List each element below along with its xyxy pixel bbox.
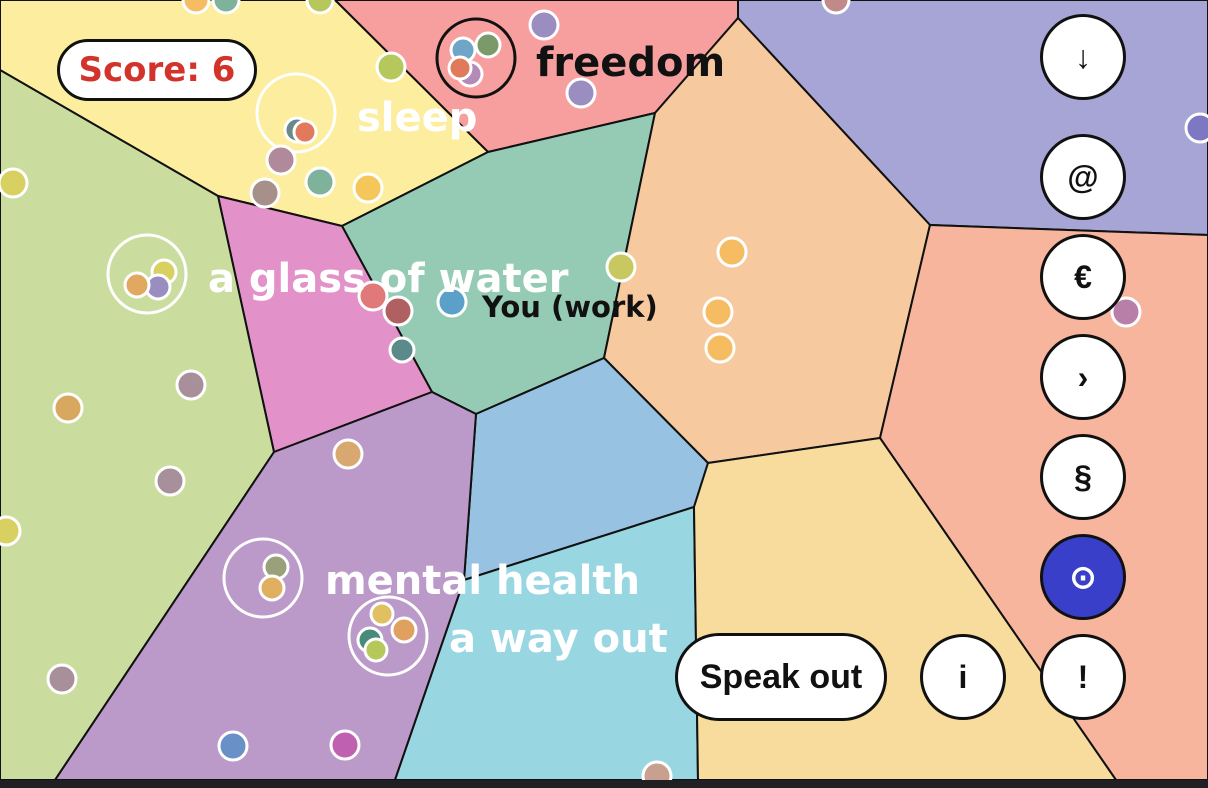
target-button[interactable]: ⊙ (1040, 534, 1126, 620)
target-icon: ⊙ (1069, 559, 1097, 595)
dot (258, 574, 286, 602)
label-sleep: sleep (357, 95, 477, 141)
dot (641, 760, 673, 780)
label-mental: mental health (325, 558, 640, 604)
dot (181, 0, 211, 15)
info-icon: i (958, 658, 968, 695)
dot (0, 515, 22, 547)
dot (292, 119, 318, 145)
dot (702, 296, 734, 328)
label-wayout: a way out (449, 616, 668, 662)
dot (249, 177, 281, 209)
speak-out-button[interactable]: Speak out (675, 633, 887, 721)
dot (1184, 112, 1208, 144)
voronoi-map[interactable]: freedom sleep a glass of water You (work… (0, 0, 1208, 780)
dot (821, 0, 851, 15)
dot (304, 166, 336, 198)
label-freedom: freedom (536, 40, 725, 86)
dot (369, 601, 395, 627)
score-display: Score: 6 (57, 39, 257, 101)
euro-button[interactable]: € (1040, 234, 1126, 320)
section-button[interactable]: § (1040, 434, 1126, 520)
dot (352, 172, 384, 204)
dot (375, 51, 407, 83)
down-arrow-button[interactable]: ↓ (1040, 14, 1126, 100)
dot (154, 465, 186, 497)
game-area[interactable]: freedom sleep a glass of water You (work… (0, 0, 1208, 780)
dot (363, 637, 389, 663)
chevron-right-icon: › (1077, 358, 1089, 395)
dot (265, 144, 297, 176)
dot (46, 663, 78, 695)
dot (329, 729, 361, 761)
label-work: You (work) (481, 290, 658, 324)
euro-icon: € (1074, 258, 1092, 295)
info-button[interactable]: i (920, 634, 1006, 720)
dot (390, 616, 418, 644)
section-icon: § (1074, 458, 1092, 495)
dot (716, 236, 748, 268)
dot (447, 55, 473, 81)
dot (123, 271, 151, 299)
dot (474, 31, 502, 59)
alert-button[interactable]: ! (1040, 634, 1126, 720)
dot (332, 438, 364, 470)
down-arrow-icon: ↓ (1075, 38, 1091, 75)
exclamation-icon: ! (1077, 658, 1089, 695)
bottom-strip (0, 780, 1208, 788)
dot (211, 0, 241, 15)
dot (605, 251, 637, 283)
next-button[interactable]: › (1040, 334, 1126, 420)
dot (0, 167, 29, 199)
at-button[interactable]: @ (1040, 134, 1126, 220)
dot (528, 9, 560, 41)
dot (305, 0, 335, 15)
at-icon: @ (1067, 158, 1099, 195)
dot (175, 369, 207, 401)
dot (52, 392, 84, 424)
dot (388, 336, 416, 364)
dot (704, 332, 736, 364)
dot (217, 730, 249, 762)
